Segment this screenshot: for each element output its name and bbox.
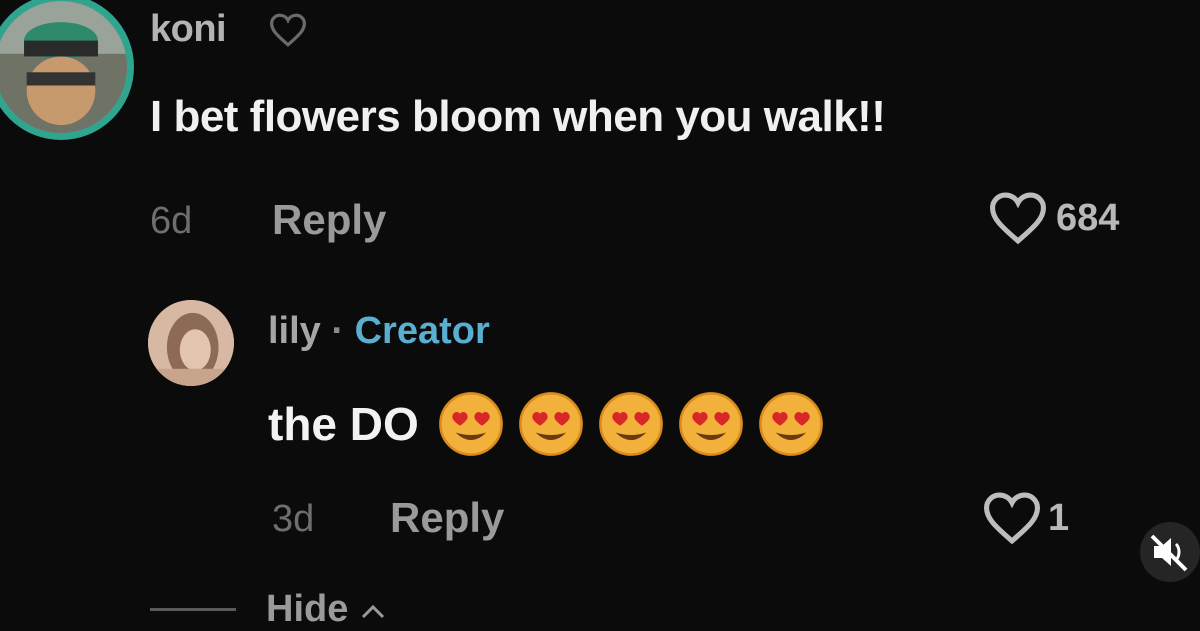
comment-timestamp: 3d [272, 498, 315, 540]
reply-button[interactable]: Reply [272, 196, 386, 244]
chevron-up-icon [361, 604, 384, 619]
creator-badge: Creator [354, 310, 490, 352]
reply-button[interactable]: Reply [390, 494, 504, 542]
smiling-face-with-heart-eyes-emoji [757, 390, 825, 458]
heart-outline-icon [989, 192, 1047, 245]
reply-text-row: the DO [268, 390, 825, 458]
separator: · [320, 310, 355, 352]
like-count: 1 [1048, 496, 1070, 539]
hide-label: Hide [266, 588, 349, 630]
heart-outline-icon [983, 492, 1041, 545]
like-button[interactable]: 1 [980, 490, 1069, 546]
avatar-image [0, 1, 127, 133]
speaker-muted-icon [1150, 534, 1188, 572]
hide-replies-button[interactable]: Hide [266, 588, 387, 631]
like-count: 684 [1056, 196, 1120, 239]
comment-text: the DO [268, 398, 419, 450]
heart-outline-icon [268, 12, 308, 48]
comment-username[interactable]: koni [150, 8, 227, 51]
avatar-lily[interactable] [148, 300, 234, 386]
comment-username[interactable]: lily [268, 310, 321, 352]
like-button[interactable]: 684 [986, 190, 1119, 246]
comment-text: I bet flowers bloom when you walk!! [150, 92, 886, 141]
emoji-row [437, 390, 825, 458]
avatar-image [148, 300, 234, 386]
smiling-face-with-heart-eyes-emoji [597, 390, 665, 458]
smiling-face-with-heart-eyes-emoji [517, 390, 585, 458]
avatar-koni[interactable] [0, 0, 134, 140]
comment-timestamp: 6d [150, 200, 193, 242]
divider [150, 608, 236, 611]
reply-username-row: lily · Creator [268, 310, 490, 353]
smiling-face-with-heart-eyes-emoji [437, 390, 505, 458]
mute-button[interactable] [1140, 522, 1200, 582]
smiling-face-with-heart-eyes-emoji [677, 390, 745, 458]
